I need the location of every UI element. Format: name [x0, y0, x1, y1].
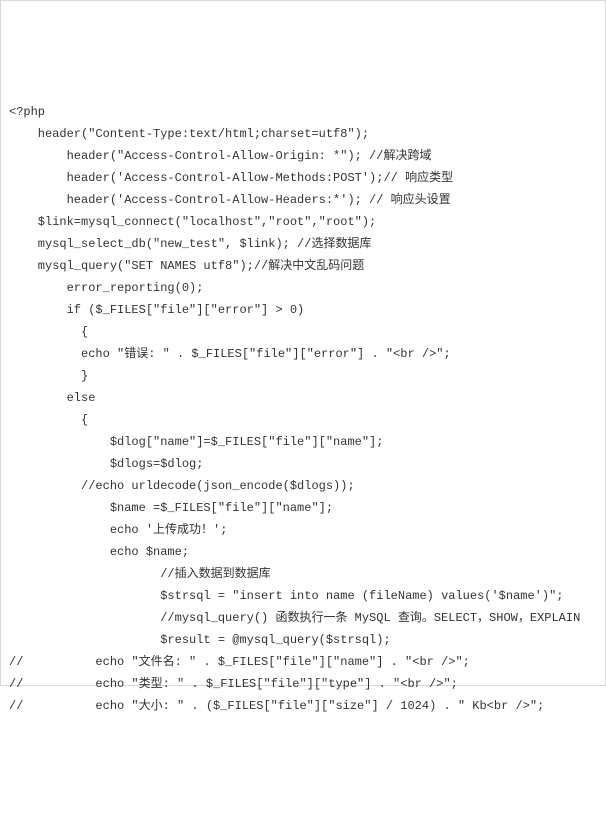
- code-line: }: [9, 365, 597, 387]
- code-line: $result = @mysql_query($strsql);: [9, 629, 597, 651]
- code-line: $strsql = "insert into name (fileName) v…: [9, 585, 597, 607]
- code-line: // echo "文件名: " . $_FILES["file"]["name"…: [9, 651, 597, 673]
- code-line: $dlog["name"]=$_FILES["file"]["name"];: [9, 431, 597, 453]
- code-line: header("Access-Control-Allow-Origin: *")…: [9, 145, 597, 167]
- code-line: echo $name;: [9, 541, 597, 563]
- code-line: //插入数据到数据库: [9, 563, 597, 585]
- code-line: if ($_FILES["file"]["error"] > 0): [9, 299, 597, 321]
- code-line: error_reporting(0);: [9, 277, 597, 299]
- code-block: <?php header("Content-Type:text/html;cha…: [9, 101, 597, 717]
- code-line: header('Access-Control-Allow-Headers:*')…: [9, 189, 597, 211]
- code-line: else: [9, 387, 597, 409]
- code-line: echo "错误: " . $_FILES["file"]["error"] .…: [9, 343, 597, 365]
- code-line: echo '上传成功！';: [9, 519, 597, 541]
- code-line: $link=mysql_connect("localhost","root","…: [9, 211, 597, 233]
- code-line: // echo "大小: " . ($_FILES["file"]["size"…: [9, 695, 597, 717]
- code-line: //echo urldecode(json_encode($dlogs));: [9, 475, 597, 497]
- code-line: <?php: [9, 101, 597, 123]
- code-line: mysql_query("SET NAMES utf8");//解决中文乱码问题: [9, 255, 597, 277]
- code-line: $name =$_FILES["file"]["name"];: [9, 497, 597, 519]
- code-line: {: [9, 409, 597, 431]
- code-line: $dlogs=$dlog;: [9, 453, 597, 475]
- code-line: //mysql_query() 函数执行一条 MySQL 查询。SELECT，S…: [9, 607, 597, 629]
- code-line: {: [9, 321, 597, 343]
- code-line: // echo "类型: " . $_FILES["file"]["type"]…: [9, 673, 597, 695]
- code-line: mysql_select_db("new_test", $link); //选择…: [9, 233, 597, 255]
- code-line: header("Content-Type:text/html;charset=u…: [9, 123, 597, 145]
- code-line: header('Access-Control-Allow-Methods:POS…: [9, 167, 597, 189]
